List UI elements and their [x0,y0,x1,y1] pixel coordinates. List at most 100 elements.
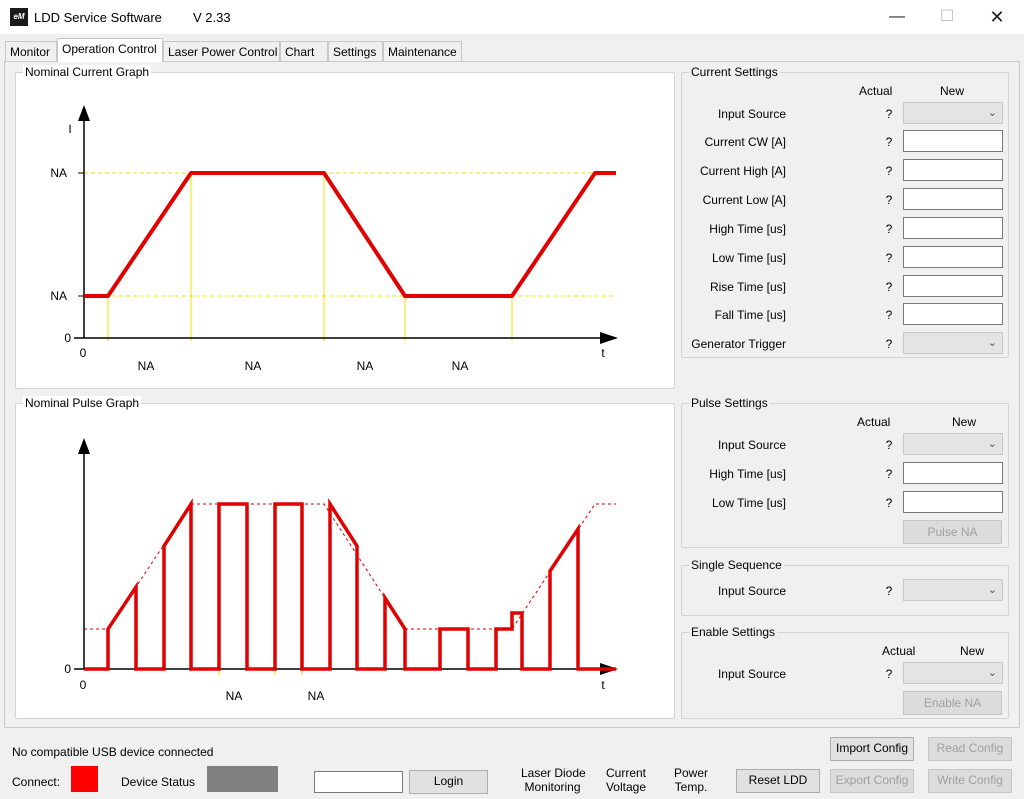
pulse-low-label: NA [308,689,325,703]
current-voltage-line1: Current [605,766,646,780]
enable-na-button[interactable]: Enable NA [903,691,1002,715]
laser-diode-monitoring-line1: Laser Diode [521,766,586,780]
chevron-down-icon: ⌄ [987,438,997,450]
current-high-actual: ? [885,164,893,178]
enable-input-source-label: Input Source [717,667,786,681]
rise-segment-label: NA [138,359,155,373]
pulse-x-zero-label: 0 [80,678,87,692]
current-actual-header: Actual [859,84,893,98]
reset-ldd-button[interactable]: Reset LDD [736,769,820,793]
export-config-button[interactable]: Export Config [830,769,914,793]
y-axis-arrow [78,105,90,121]
minimize-button[interactable]: — [874,0,920,34]
power-temp-line1: Power [673,766,708,780]
rise-time-input[interactable] [903,275,1003,297]
enable-input-source-actual: ? [885,667,893,681]
device-status-indicator [207,766,278,792]
power-temp-line2: Temp. [674,780,708,794]
tab-operation-control[interactable]: Operation Control [57,38,163,62]
current-cw-input[interactable] [903,130,1003,152]
generator-trigger-select[interactable]: ⌄ [903,332,1003,354]
enable-settings-group: Enable Settings Actual New Input Source … [681,625,1009,719]
sequence-input-source-label: Input Source [717,584,786,598]
rise-time-label: Rise Time [us] [709,280,786,294]
current-low-label: Current Low [A] [702,193,786,207]
tab-monitor[interactable]: Monitor [5,41,57,61]
current-high-input[interactable] [903,159,1003,181]
password-input[interactable] [314,771,403,793]
pulse-low-time-label: Low Time [us] [711,496,786,510]
current-input-source-label: Input Source [717,107,786,121]
generator-trigger-actual: ? [885,337,893,351]
enable-actual-header: Actual [882,644,916,658]
current-cw-label: Current CW [A] [704,135,786,149]
import-config-button[interactable]: Import Config [830,737,914,761]
title-bar: eM LDD Service Software V 2.33 — ☐ ✕ [0,0,1024,34]
chevron-down-icon: ⌄ [987,107,997,119]
high-time-actual: ? [885,222,893,236]
nominal-pulse-graph: Nominal Pulse Graph 0 0 t NA NA [15,396,675,719]
pulse-na-button[interactable]: Pulse NA [903,520,1002,544]
chevron-down-icon: ⌄ [987,337,997,349]
pulse-y-zero-label: 0 [64,662,71,676]
maximize-button[interactable]: ☐ [924,0,970,34]
close-button[interactable]: ✕ [974,0,1020,34]
fall-segment-label: NA [357,359,374,373]
current-waveform [84,171,616,298]
x-zero-label: 0 [80,346,87,360]
tab-maintenance[interactable]: Maintenance [383,41,462,61]
app-version: V 2.33 [193,10,231,25]
read-config-button[interactable]: Read Config [928,737,1012,761]
pulse-new-header: New [952,415,977,429]
tab-chart[interactable]: Chart [280,41,328,61]
pulse-high-time-input[interactable] [903,462,1003,484]
current-graph-canvas: I NA NA 0 0 t NA NA NA NA [50,105,618,373]
pulse-high-time-actual: ? [885,467,893,481]
nominal-current-graph: Nominal Current Graph I NA NA 0 0 t NA N… [15,65,675,389]
rise-time-actual: ? [885,280,893,294]
laser-diode-monitoring-line2: Monitoring [524,780,581,794]
tab-settings[interactable]: Settings [328,41,383,61]
chevron-down-icon: ⌄ [987,667,997,679]
pulse-input-source-label: Input Source [717,438,786,452]
pulse-waveform [84,498,616,671]
write-config-button[interactable]: Write Config [928,769,1012,793]
pulse-input-source-select[interactable]: ⌄ [903,433,1003,455]
pulse-y-axis-arrow [78,438,90,454]
sequence-input-source-select[interactable]: ⌄ [903,579,1003,601]
pulse-x-axis-label: t [601,678,605,692]
pulse-low-time-actual: ? [885,496,893,510]
current-cw-actual: ? [885,135,893,149]
low-time-input[interactable] [903,246,1003,268]
y-high-label: NA [50,166,67,180]
low-time-label: Low Time [us] [711,251,786,265]
y-zero-label: 0 [64,331,71,345]
enable-input-source-select[interactable]: ⌄ [903,662,1003,684]
current-low-actual: ? [885,193,893,207]
login-button[interactable]: Login [409,770,488,794]
pulse-high-time-label: High Time [us] [709,467,786,481]
y-axis-label: I [68,122,71,136]
tab-laser-power-control[interactable]: Laser Power Control [163,41,280,61]
app-logo-icon: eM [10,8,28,26]
fall-time-input[interactable] [903,303,1003,325]
enable-settings-title: Enable Settings [689,625,778,639]
x-axis-label: t [601,346,605,360]
low-time-actual: ? [885,251,893,265]
current-input-source-select[interactable]: ⌄ [903,102,1003,124]
current-settings-group: Current Settings Actual New Input Source… [681,65,1009,358]
chevron-down-icon: ⌄ [987,584,997,596]
pulse-low-time-input[interactable] [903,491,1003,513]
current-low-input[interactable] [903,188,1003,210]
generator-trigger-label: Generator Trigger [691,337,786,351]
current-new-header: New [940,84,965,98]
pulse-settings-group: Pulse Settings Actual New Input Source ?… [681,396,1009,548]
sequence-input-source-actual: ? [885,584,893,598]
enable-new-header: New [960,644,985,658]
y-low-label: NA [50,289,67,303]
low-segment-label: NA [452,359,469,373]
device-status-label: Device Status [121,775,196,789]
pulse-high-label: NA [226,689,243,703]
high-time-input[interactable] [903,217,1003,239]
usb-status-message: No compatible USB device connected [12,745,214,759]
